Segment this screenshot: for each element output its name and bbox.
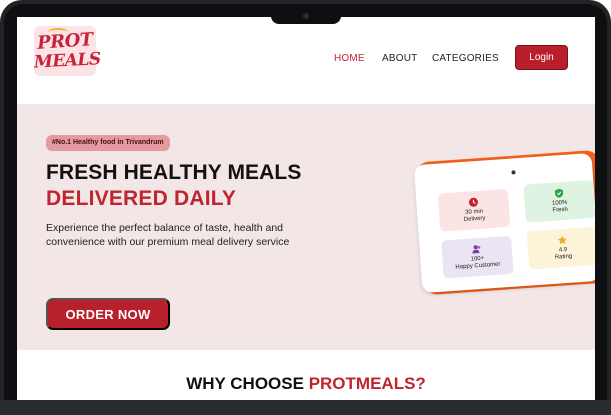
nav-categories-link[interactable]: CATEGORIES xyxy=(432,53,499,64)
camera-notch xyxy=(271,10,341,24)
browser-screen: PROT MEALS HOME ABOUT CATEGORIES Login #… xyxy=(17,17,595,400)
why-choose-prefix: WHY CHOOSE xyxy=(186,374,309,393)
why-choose-heading: WHY CHOOSE PROTMEALS? xyxy=(17,374,595,394)
shield-check-icon xyxy=(554,188,564,198)
stat-label: Rating xyxy=(554,253,573,261)
stat-card-customers: 100+ Happy Customer xyxy=(441,235,514,279)
login-button[interactable]: Login xyxy=(515,45,568,70)
clock-icon xyxy=(468,197,478,207)
laptop-base xyxy=(0,400,611,415)
stat-card-fresh: 100% Fresh xyxy=(523,179,595,223)
hero-title-line1: FRESH HEALTHY MEALS xyxy=(46,161,302,184)
why-choose-section: WHY CHOOSE PROTMEALS? xyxy=(17,350,595,400)
protmeals-logo[interactable]: PROT MEALS xyxy=(33,26,102,76)
nav-about-link[interactable]: ABOUT xyxy=(382,53,417,64)
hero-section: #No.1 Healthy food in Trivandrum FRESH H… xyxy=(17,104,595,350)
logo-text-line2: MEALS xyxy=(33,49,102,73)
stat-label: Fresh xyxy=(552,206,569,214)
star-icon xyxy=(557,235,567,244)
stat-label: Delivery xyxy=(463,215,486,223)
camera-icon xyxy=(303,13,309,19)
tablet-mockup: 30 min Delivery 100% Fresh 100+ Happy Cu… xyxy=(413,152,595,294)
hero-badge: #No.1 Healthy food in Trivandrum xyxy=(46,135,170,151)
tablet-camera-dot xyxy=(511,170,516,175)
users-icon xyxy=(472,244,481,253)
why-choose-brand: PROTMEALS? xyxy=(308,374,426,393)
stat-card-delivery: 30 min Delivery xyxy=(437,188,511,232)
stat-card-rating: 4.9 Rating xyxy=(526,226,595,270)
order-now-button[interactable]: ORDER NOW xyxy=(46,298,170,330)
hero-description: Experience the perfect balance of taste,… xyxy=(46,222,290,248)
nav-home-link[interactable]: HOME xyxy=(334,53,365,64)
site-header: PROT MEALS HOME ABOUT CATEGORIES Login xyxy=(17,17,595,104)
hero-title-line2: DELIVERED DAILY xyxy=(46,187,237,210)
stat-label: Happy Customer xyxy=(455,261,501,271)
